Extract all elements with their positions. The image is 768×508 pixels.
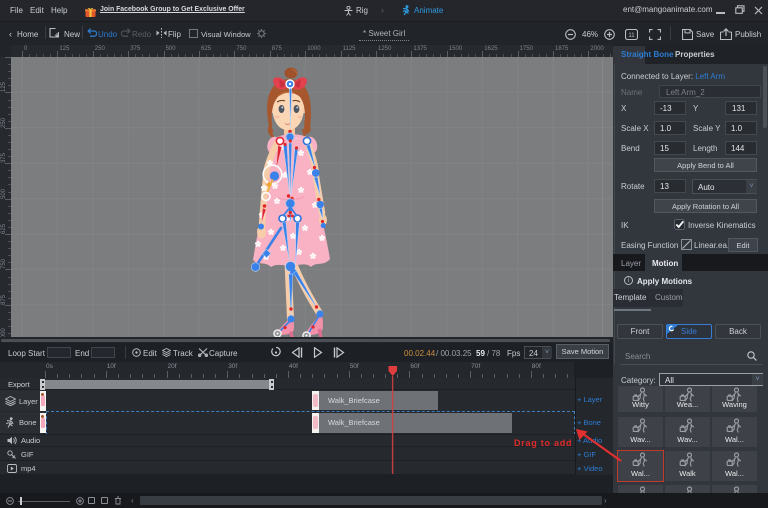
svg-text:11: 11: [628, 33, 635, 39]
